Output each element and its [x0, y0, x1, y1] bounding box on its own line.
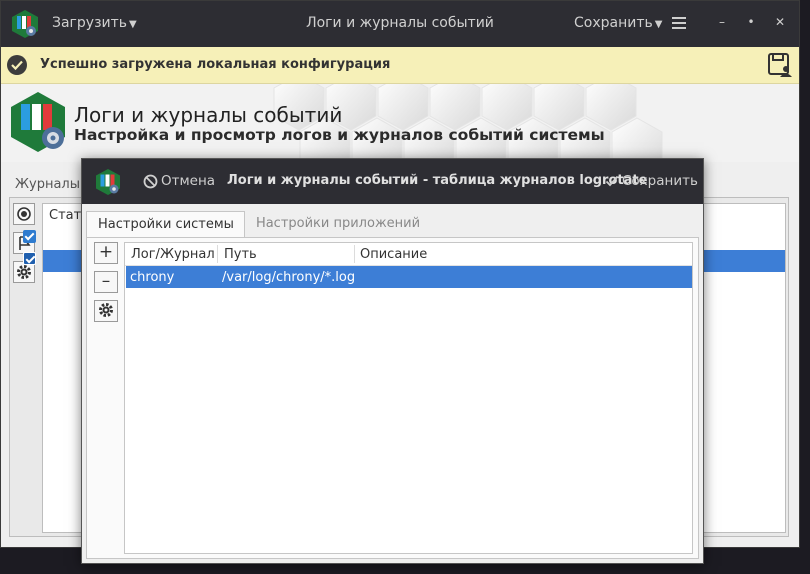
- column-header-path[interactable]: Путь: [224, 247, 257, 262]
- cancel-button[interactable]: Отмена: [143, 173, 215, 189]
- tab-logs[interactable]: Журналы: [15, 177, 80, 192]
- save-button[interactable]: Сохранить: [605, 173, 698, 189]
- tab-content: + – Лог/Журнал Путь Описание chrony /var…: [86, 237, 699, 559]
- logrotate-dialog: Отмена Логи и журналы событий - таблица …: [81, 158, 704, 564]
- add-button[interactable]: +: [94, 242, 118, 264]
- chevron-down-icon: ▼: [129, 19, 137, 30]
- logs-app-icon: [12, 10, 38, 38]
- logs-header-icon: [11, 92, 65, 152]
- check-circle-icon: [7, 55, 27, 75]
- table-row[interactable]: chrony /var/log/chrony/*.log: [126, 266, 692, 288]
- load-menu-button[interactable]: Загрузить ▼: [52, 15, 137, 31]
- tab-application-settings[interactable]: Настройки приложений: [245, 211, 430, 237]
- table-header: Лог/Журнал Путь Описание: [125, 243, 692, 266]
- record-icon: [17, 207, 31, 221]
- dialog-title: Логи и журналы событий - таблица журнало…: [227, 173, 648, 188]
- remove-button[interactable]: –: [94, 271, 118, 293]
- cell-path: /var/log/chrony/*.log: [222, 270, 356, 285]
- column-header-log[interactable]: Лог/Журнал: [131, 247, 215, 262]
- page-title: Логи и журналы событий: [74, 103, 343, 127]
- minimize-button[interactable]: –: [713, 13, 731, 31]
- checkmark-icon: [605, 175, 619, 187]
- notification-bar: Успешно загружена локальная конфигурация: [1, 47, 799, 84]
- cancel-label: Отмена: [161, 173, 216, 189]
- close-button[interactable]: ✕: [771, 13, 789, 31]
- gear-icon: [99, 303, 113, 317]
- record-button[interactable]: [13, 203, 35, 225]
- settings-button[interactable]: [94, 300, 118, 322]
- chevron-down-icon: ▼: [654, 19, 663, 30]
- load-menu-label: Загрузить: [52, 15, 128, 31]
- status-column-header: Стат: [49, 208, 82, 223]
- save-menu-label: Сохранить: [574, 15, 653, 31]
- page-subtitle: Настройка и просмотр логов и журналов со…: [74, 126, 605, 144]
- hamburger-menu-icon[interactable]: [672, 17, 686, 29]
- cell-log: chrony: [130, 270, 175, 285]
- dialog-tabs: Настройки системы Настройки приложений: [86, 211, 430, 238]
- cancel-icon: [143, 174, 158, 188]
- status-checkbox[interactable]: [23, 230, 36, 243]
- logs-app-icon: [96, 169, 120, 195]
- tab-system-settings[interactable]: Настройки системы: [86, 211, 245, 238]
- save-label: Сохранить: [622, 173, 698, 189]
- header-banner: Логи и журналы событий Настройка и просм…: [1, 84, 799, 162]
- restore-button[interactable]: •: [742, 13, 760, 31]
- logrotate-table: Лог/Журнал Путь Описание chrony /var/log…: [124, 242, 693, 554]
- dialog-header: Отмена Логи и журналы событий - таблица …: [82, 159, 703, 204]
- save-menu-button[interactable]: Сохранить ▼: [574, 15, 662, 31]
- save-profile-icon[interactable]: [767, 52, 793, 78]
- notification-text: Успешно загружена локальная конфигурация: [40, 57, 391, 72]
- column-header-description[interactable]: Описание: [360, 247, 427, 262]
- gear-icon: [17, 265, 31, 279]
- title-bar: Загрузить ▼ Логи и журналы событий Сохран…: [1, 1, 799, 47]
- status-checkbox[interactable]: [23, 252, 36, 265]
